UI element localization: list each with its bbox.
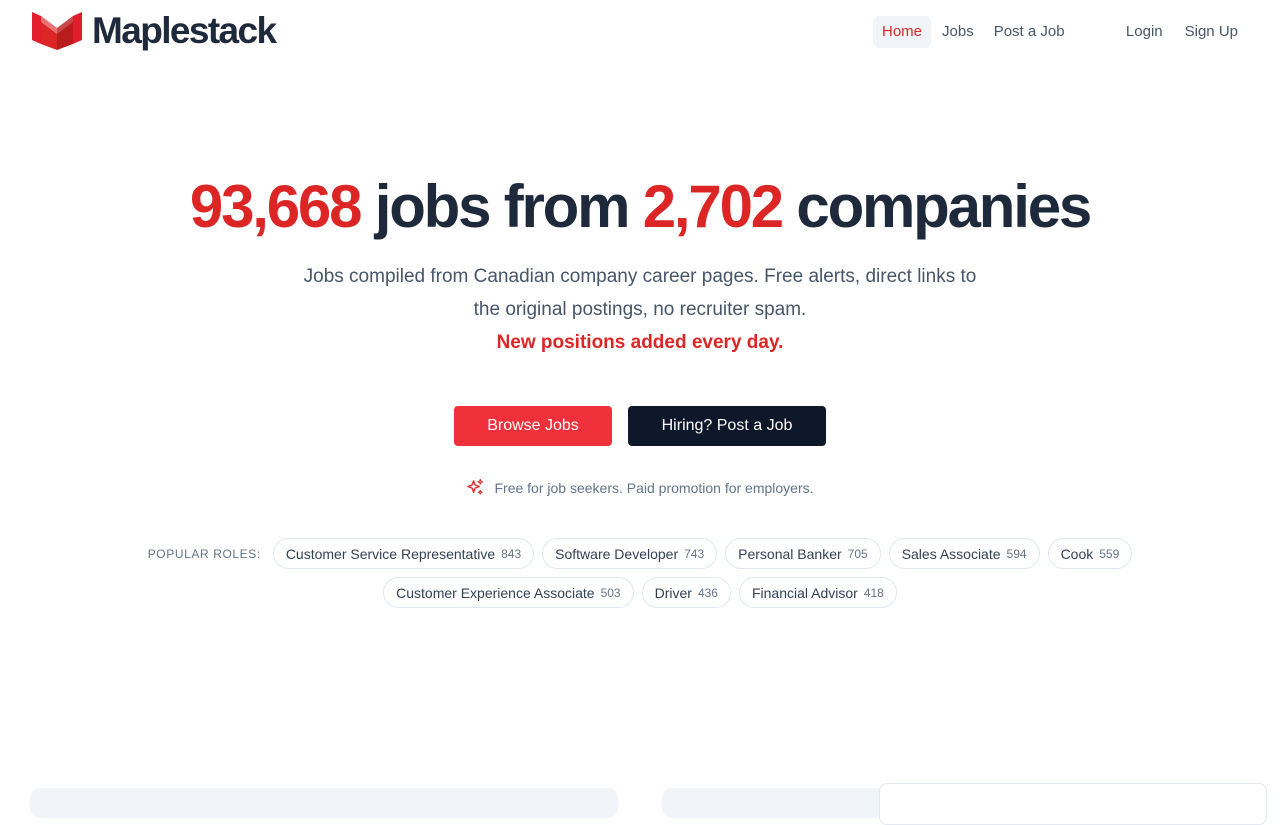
login-link[interactable]: Login	[1117, 16, 1172, 48]
popular-roles: POPULAR ROLES: Customer Service Represen…	[130, 538, 1150, 608]
hero-subtitle: Jobs compiled from Canadian company care…	[303, 266, 977, 320]
role-chip[interactable]: Software Developer 743	[542, 538, 718, 569]
pricing-note-text: Free for job seekers. Paid promotion for…	[494, 479, 814, 496]
role-name: Software Developer	[555, 545, 679, 562]
site-header: Maplestack Home Jobs Post a Job Login Si…	[0, 0, 1280, 64]
role-chip[interactable]: Financial Advisor 418	[738, 577, 897, 608]
browse-jobs-button[interactable]: Browse Jobs	[454, 406, 612, 446]
role-chip[interactable]: Customer Service Representative 843	[272, 538, 535, 569]
role-name: Personal Banker	[738, 545, 842, 562]
role-count: 705	[847, 546, 868, 561]
role-name: Customer Service Representative	[285, 545, 496, 562]
role-count: 436	[697, 585, 718, 600]
maple-chevron-logo-icon	[32, 12, 82, 50]
role-count: 503	[600, 585, 621, 600]
role-name: Customer Experience Associate	[396, 584, 595, 601]
role-count: 594	[1006, 546, 1027, 561]
role-name: Sales Associate	[901, 545, 1001, 562]
content-card-peek	[30, 788, 618, 818]
role-name: Cook	[1060, 545, 1094, 562]
nav-post-a-job[interactable]: Post a Job	[985, 16, 1074, 48]
pricing-note: Free for job seekers. Paid promotion for…	[0, 478, 1280, 497]
role-count: 418	[863, 585, 884, 600]
auth-links: Login Sign Up	[1113, 16, 1247, 48]
post-job-button[interactable]: Hiring? Post a Job	[628, 406, 826, 446]
main-nav: Home Jobs Post a Job	[873, 16, 1076, 48]
role-count: 743	[684, 546, 705, 561]
cta-group: Browse Jobs Hiring? Post a Job	[0, 406, 1280, 446]
role-chip[interactable]: Driver 436	[641, 577, 731, 608]
brand-logo[interactable]: Maplestack	[32, 10, 277, 52]
nav-home[interactable]: Home	[873, 16, 932, 48]
brand-name: Maplestack	[92, 10, 277, 51]
jobs-count: 93,668	[189, 173, 363, 240]
popular-roles-label: POPULAR ROLES:	[147, 546, 261, 561]
role-chip[interactable]: Customer Experience Associate 503	[383, 577, 634, 608]
role-chip[interactable]: Cook 559	[1047, 538, 1133, 569]
role-name: Driver	[654, 584, 692, 601]
floating-panel-peek	[879, 783, 1267, 825]
role-chip[interactable]: Personal Banker 705	[725, 538, 881, 569]
signup-link[interactable]: Sign Up	[1176, 16, 1247, 48]
hero-title-mid: jobs from	[374, 173, 631, 240]
hero-title: 93,668 jobs from 2,702 companies	[0, 171, 1280, 243]
role-count: 559	[1099, 546, 1120, 561]
hero-subtitle-strong: New positions added every day.	[496, 332, 784, 353]
hero-subtitle-block: Jobs compiled from Canadian company care…	[290, 260, 990, 359]
hero-title-end: companies	[796, 173, 1092, 240]
companies-count: 2,702	[642, 173, 784, 240]
role-name: Financial Advisor	[751, 584, 858, 601]
nav-jobs[interactable]: Jobs	[933, 16, 983, 48]
role-chip[interactable]: Sales Associate 594	[888, 538, 1040, 569]
role-count: 843	[501, 546, 522, 561]
sparkles-icon	[467, 478, 484, 495]
